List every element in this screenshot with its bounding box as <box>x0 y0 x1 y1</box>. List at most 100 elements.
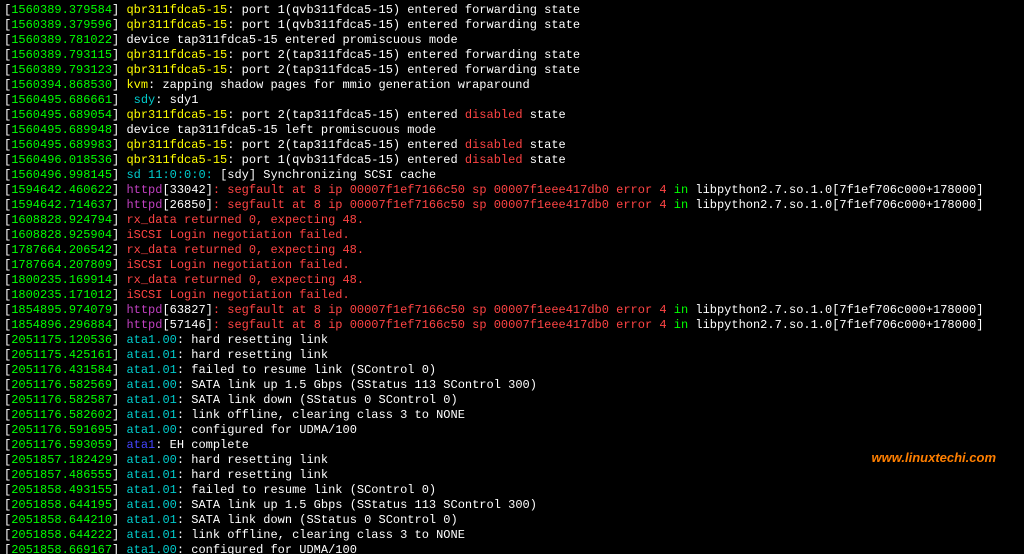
log-timestamp: 1800235.171012 <box>11 288 112 302</box>
log-source: ata1.01 <box>126 483 176 497</box>
log-line: [2051858.669167] ata1.00: configured for… <box>4 543 1020 554</box>
log-line: [2051176.582587] ata1.01: SATA link down… <box>4 393 1020 408</box>
log-source: iSCSI Login negotiation failed. <box>126 258 349 272</box>
log-timestamp: 1560389.793115 <box>11 48 112 62</box>
log-source: ata1.00 <box>126 498 176 512</box>
log-timestamp: 1560389.781022 <box>11 33 112 47</box>
log-timestamp: 2051176.582587 <box>11 393 112 407</box>
log-line: [1608828.925904] iSCSI Login negotiation… <box>4 228 1020 243</box>
log-message: : zapping shadow pages for mmio generati… <box>148 78 530 92</box>
log-error: : segfault at 8 ip 00007f1ef7166c50 sp 0… <box>213 183 667 197</box>
log-message: : port 1(qvb311fdca5-15) entered forward… <box>227 3 580 17</box>
log-source: ata1.01 <box>126 513 176 527</box>
log-timestamp: 2051176.591695 <box>11 423 112 437</box>
log-timestamp: 1608828.925904 <box>11 228 112 242</box>
log-source: qbr311fdca5-15 <box>126 48 227 62</box>
log-source: httpd <box>126 183 162 197</box>
log-timestamp: 1560389.793123 <box>11 63 112 77</box>
log-timestamp: 2051858.493155 <box>11 483 112 497</box>
log-source: qbr311fdca5-15 <box>126 153 227 167</box>
log-timestamp: 2051175.120536 <box>11 333 112 347</box>
log-line: [1787664.207809] iSCSI Login negotiation… <box>4 258 1020 273</box>
log-line: [2051176.582569] ata1.00: SATA link up 1… <box>4 378 1020 393</box>
log-source: ata1.01 <box>126 393 176 407</box>
log-line: [1560389.379584] qbr311fdca5-15: port 1(… <box>4 3 1020 18</box>
log-source: qbr311fdca5-15 <box>126 138 227 152</box>
terminal-output[interactable]: [1560389.379584] qbr311fdca5-15: port 1(… <box>0 0 1024 554</box>
log-line: [2051857.486555] ata1.01: hard resetting… <box>4 468 1020 483</box>
log-message: : link offline, clearing class 3 to NONE <box>177 528 465 542</box>
log-timestamp: 1560389.379584 <box>11 3 112 17</box>
log-source: ata1.00 <box>126 453 176 467</box>
log-source: qbr311fdca5-15 <box>126 18 227 32</box>
log-message: : configured for UDMA/100 <box>177 423 357 437</box>
log-message: : failed to resume link (SControl 0) <box>177 483 436 497</box>
log-timestamp: 2051176.593059 <box>11 438 112 452</box>
log-source: ata1.00 <box>126 543 176 554</box>
log-line: [1560496.998145] sd 11:0:0:0: [sdy] Sync… <box>4 168 1020 183</box>
log-source: ata1 <box>126 438 155 452</box>
log-error: : segfault at 8 ip 00007f1ef7166c50 sp 0… <box>213 198 667 212</box>
log-timestamp: 1560394.868530 <box>11 78 112 92</box>
log-message: device tap311fdca5-15 entered promiscuou… <box>126 33 457 47</box>
log-source: ata1.01 <box>126 468 176 482</box>
log-line: [1560389.793123] qbr311fdca5-15: port 2(… <box>4 63 1020 78</box>
log-timestamp: 1560495.689948 <box>11 123 112 137</box>
log-message: : hard resetting link <box>177 348 328 362</box>
log-line: [1800235.169914] rx_data returned 0, exp… <box>4 273 1020 288</box>
log-line: [2051176.591695] ata1.00: configured for… <box>4 423 1020 438</box>
log-source: iSCSI Login negotiation failed. <box>126 288 349 302</box>
log-message: : sdy1 <box>155 93 198 107</box>
log-message: : EH complete <box>155 438 249 452</box>
log-timestamp: 1560495.686661 <box>11 93 112 107</box>
log-line: [1594642.714637] httpd[26850]: segfault … <box>4 198 1020 213</box>
log-line: [2051175.425161] ata1.01: hard resetting… <box>4 348 1020 363</box>
log-line: [2051857.182429] ata1.00: hard resetting… <box>4 453 1020 468</box>
log-source: iSCSI Login negotiation failed. <box>126 228 349 242</box>
log-line: [1594642.460622] httpd[33042]: segfault … <box>4 183 1020 198</box>
log-line: [1560495.689983] qbr311fdca5-15: port 2(… <box>4 138 1020 153</box>
log-timestamp: 1560495.689983 <box>11 138 112 152</box>
log-line: [2051176.593059] ata1: EH complete <box>4 438 1020 453</box>
log-timestamp: 1608828.924794 <box>11 213 112 227</box>
log-line: [1608828.924794] rx_data returned 0, exp… <box>4 213 1020 228</box>
log-message: : SATA link up 1.5 Gbps (SStatus 113 SCo… <box>177 498 537 512</box>
log-line: [2051176.582602] ata1.01: link offline, … <box>4 408 1020 423</box>
log-message: : link offline, clearing class 3 to NONE <box>177 408 465 422</box>
log-message: : failed to resume link (SControl 0) <box>177 363 436 377</box>
log-timestamp: 2051858.644195 <box>11 498 112 512</box>
log-message: [sdy] Synchronizing SCSI cache <box>220 168 436 182</box>
log-line: [2051858.644222] ata1.01: link offline, … <box>4 528 1020 543</box>
log-source: rx_data returned 0, expecting 48. <box>126 243 364 257</box>
log-source: qbr311fdca5-15 <box>126 3 227 17</box>
watermark-text: www.linuxtechi.com <box>872 450 996 465</box>
log-source: qbr311fdca5-15 <box>126 108 227 122</box>
log-timestamp: 2051858.644210 <box>11 513 112 527</box>
log-message: : configured for UDMA/100 <box>177 543 357 554</box>
log-timestamp: 1560389.379596 <box>11 18 112 32</box>
log-timestamp: 2051857.182429 <box>11 453 112 467</box>
log-source: ata1.00 <box>126 333 176 347</box>
log-message: : SATA link down (SStatus 0 SControl 0) <box>177 513 458 527</box>
log-timestamp: 1594642.714637 <box>11 198 112 212</box>
log-message: : hard resetting link <box>177 453 328 467</box>
log-line: [1560495.689948] device tap311fdca5-15 l… <box>4 123 1020 138</box>
log-source: httpd <box>126 318 162 332</box>
log-source: qbr311fdca5-15 <box>126 63 227 77</box>
log-timestamp: 1787664.207809 <box>11 258 112 272</box>
log-timestamp: 1854896.296884 <box>11 318 112 332</box>
log-message: : SATA link down (SStatus 0 SControl 0) <box>177 393 458 407</box>
log-source: kvm <box>126 78 148 92</box>
log-source: ata1.00 <box>126 423 176 437</box>
log-message: : port 2(tap311fdca5-15) entered forward… <box>227 63 580 77</box>
log-source: rx_data returned 0, expecting 48. <box>126 213 364 227</box>
log-timestamp: 2051858.644222 <box>11 528 112 542</box>
log-line: [1560389.781022] device tap311fdca5-15 e… <box>4 33 1020 48</box>
log-message: : hard resetting link <box>177 468 328 482</box>
log-source: ata1.01 <box>126 348 176 362</box>
log-timestamp: 1560495.689054 <box>11 108 112 122</box>
log-line: [2051858.644195] ata1.00: SATA link up 1… <box>4 498 1020 513</box>
log-message: : port 1(qvb311fdca5-15) entered forward… <box>227 18 580 32</box>
log-line: [1800235.171012] iSCSI Login negotiation… <box>4 288 1020 303</box>
log-line: [1560394.868530] kvm: zapping shadow pag… <box>4 78 1020 93</box>
